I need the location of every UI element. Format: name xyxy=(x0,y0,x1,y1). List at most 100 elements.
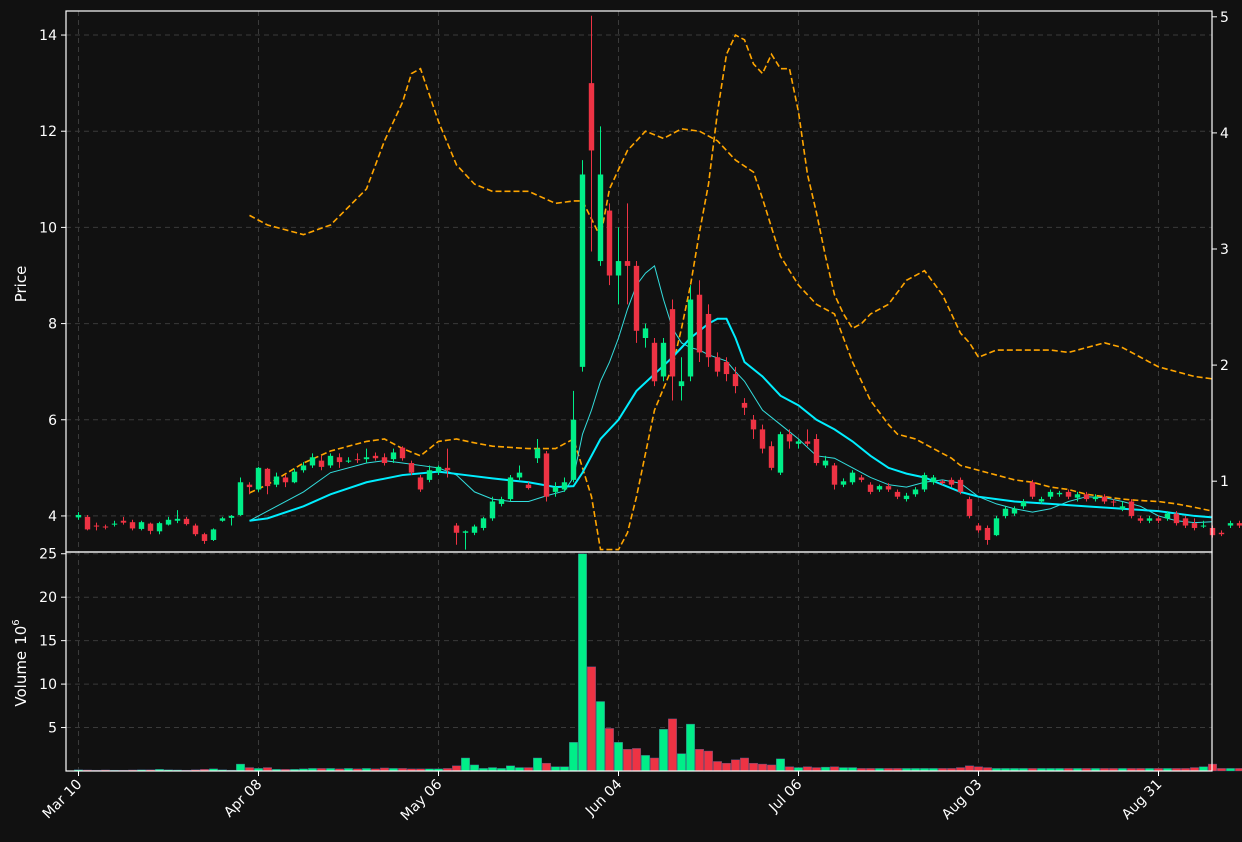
candle-body xyxy=(1101,496,1108,502)
candle-body xyxy=(741,402,748,408)
candle-body xyxy=(381,457,388,464)
candle-body xyxy=(543,453,550,497)
volume-bar xyxy=(605,728,614,772)
candle-body xyxy=(1236,523,1242,526)
candle-body xyxy=(723,362,730,375)
secondary-tick-label: 4 xyxy=(1220,126,1229,142)
volume-bar xyxy=(641,755,650,772)
candle-body xyxy=(1020,501,1027,507)
candle-body xyxy=(246,484,253,488)
volume-bar xyxy=(596,701,605,772)
candle-body xyxy=(750,419,757,430)
candle-body xyxy=(1038,499,1045,502)
candle-body xyxy=(939,481,946,484)
volume-bar xyxy=(533,757,542,772)
candle-body xyxy=(282,477,289,483)
candle-body xyxy=(273,476,280,485)
candle-body xyxy=(507,477,514,500)
volume-tick-label: 10 xyxy=(39,677,57,693)
volume-bar xyxy=(758,763,767,772)
candle-body xyxy=(894,491,901,497)
candle-body xyxy=(1146,518,1153,521)
volume-tick-label: 5 xyxy=(48,721,57,737)
volume-bar xyxy=(461,757,470,772)
candle-body xyxy=(696,294,703,353)
candle-body xyxy=(444,467,451,471)
volume-bar xyxy=(668,718,677,772)
candle-body xyxy=(1164,513,1171,519)
volume-bar xyxy=(650,757,659,772)
volume-bar xyxy=(1235,768,1242,772)
candle-body xyxy=(615,261,622,276)
candle-body xyxy=(822,460,829,466)
candle-body xyxy=(147,523,154,531)
candle-body xyxy=(525,484,532,489)
candle-body xyxy=(1182,518,1189,526)
candle-body xyxy=(1155,518,1162,521)
candle-body xyxy=(624,261,631,266)
candle-body xyxy=(642,328,649,339)
volume-bar xyxy=(506,765,515,772)
volume-bar xyxy=(722,762,731,772)
candle-body xyxy=(354,459,361,461)
chart-background xyxy=(0,0,1242,842)
candle-body xyxy=(102,526,109,528)
volume-axis-exponent: 6 xyxy=(11,619,22,625)
candle-body xyxy=(300,465,307,471)
candle-body xyxy=(849,472,856,483)
volume-tick-label: 15 xyxy=(39,634,57,650)
candle-body xyxy=(390,452,397,460)
volume-bar xyxy=(578,553,587,772)
candlestick-chart: Mar 10 Apr 08 May 06 Jun 04 Jul 06 Aug 03 Aug … xyxy=(0,0,1242,842)
price-axis-label: Price xyxy=(12,266,30,303)
candle-body xyxy=(1092,496,1099,500)
candle-body xyxy=(777,434,784,473)
secondary-tick-label: 3 xyxy=(1220,242,1229,258)
candle-body xyxy=(903,495,910,500)
volume-bar xyxy=(236,763,245,772)
candle-body xyxy=(417,477,424,490)
candle-body xyxy=(813,438,820,464)
candle-body xyxy=(165,519,172,525)
volume-bar xyxy=(560,766,569,772)
candle-body xyxy=(957,479,964,492)
candle-body xyxy=(948,479,955,485)
candle-body xyxy=(975,525,982,531)
candle-body xyxy=(111,523,118,525)
volume-bar xyxy=(659,729,668,772)
volume-bar xyxy=(830,766,839,772)
candle-body xyxy=(462,531,469,533)
candle-body xyxy=(633,265,640,331)
volume-bar xyxy=(740,757,749,772)
candle-body xyxy=(561,482,568,490)
candle-body xyxy=(426,470,433,480)
candle-body xyxy=(309,457,316,466)
candle-body xyxy=(138,522,145,529)
volume-bar xyxy=(713,761,722,772)
candle-body xyxy=(597,174,604,262)
candle-body xyxy=(660,342,667,377)
candle-body xyxy=(1074,494,1081,498)
candle-body xyxy=(876,486,883,490)
candle-body xyxy=(318,460,325,467)
candle-body xyxy=(795,441,802,444)
candle-body xyxy=(516,472,523,478)
candle-body xyxy=(210,529,217,540)
candle-body xyxy=(678,381,685,387)
volume-axis-label: Volume 106 xyxy=(11,619,30,706)
candle-body xyxy=(453,525,460,533)
volume-bar xyxy=(1217,768,1226,772)
price-tick-label: 14 xyxy=(39,28,57,44)
volume-bar xyxy=(677,753,686,772)
volume-tick-label: 25 xyxy=(39,547,57,563)
volume-bar xyxy=(542,762,551,772)
candle-body xyxy=(1227,523,1234,526)
volume-bar xyxy=(803,766,812,772)
candle-body xyxy=(669,309,676,377)
candle-body xyxy=(489,501,496,519)
volume-bar xyxy=(686,723,695,772)
candle-body xyxy=(840,481,847,485)
price-tick-label: 8 xyxy=(48,317,57,333)
candle-body xyxy=(1137,518,1144,521)
volume-bar xyxy=(776,758,785,772)
